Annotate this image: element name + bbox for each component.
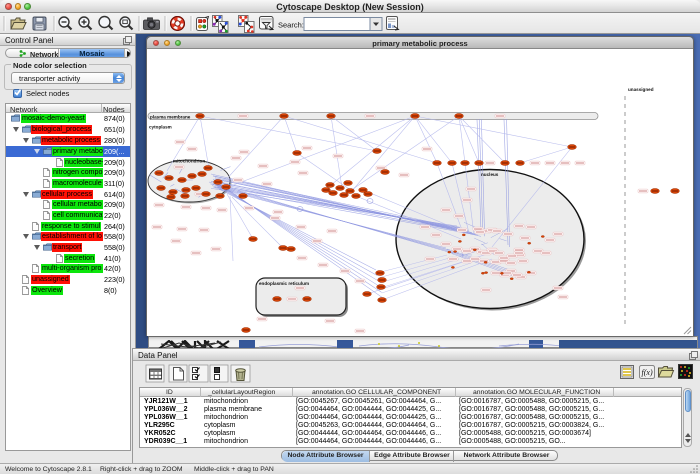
svg-text:plasma membrane: plasma membrane xyxy=(150,115,191,120)
svg-text:cytoplasm: cytoplasm xyxy=(149,125,172,130)
svg-text:Search:: Search: xyxy=(278,21,304,30)
svg-text:nucleus: nucleus xyxy=(481,172,499,177)
svg-text:f(x): f(x) xyxy=(642,368,653,377)
svg-text:endoplasmic reticulum: endoplasmic reticulum xyxy=(259,281,309,286)
svg-text:unassigned: unassigned xyxy=(628,87,654,92)
svg-text:mitochondrion: mitochondrion xyxy=(173,159,205,164)
